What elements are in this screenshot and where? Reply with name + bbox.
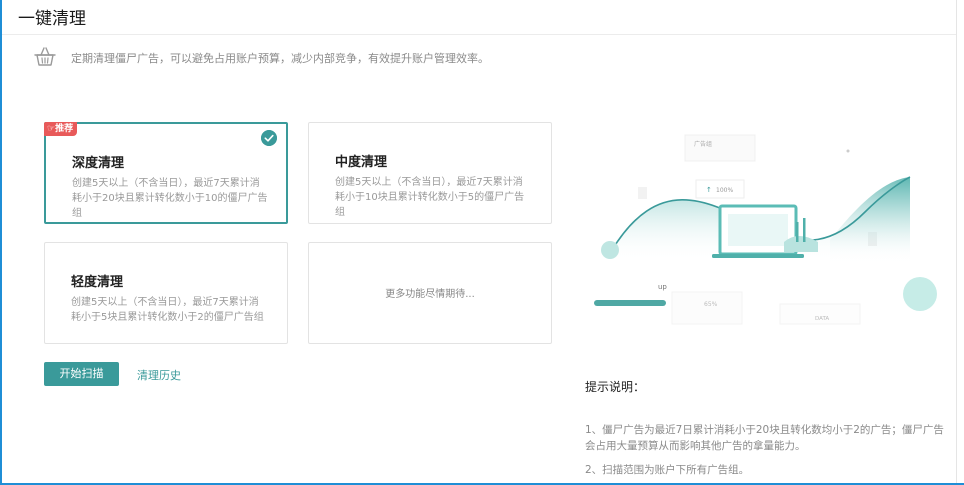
illus-label-pct-bottom: 65%	[704, 301, 718, 308]
illus-label-data: DATA	[815, 316, 829, 322]
option-desc: 创建5天以上（不含当日），最近7天累计消耗小于10块且累计转化数小于5的僵尸广告…	[335, 177, 525, 218]
option-desc: 创建5天以上（不含当日），最近7天累计消耗小于5块且累计转化数小于2的僵尸广告组	[71, 297, 264, 323]
illus-label-top: 广告组	[694, 140, 712, 148]
illus-label-pct-top: 100%	[716, 187, 733, 194]
option-card-more: 更多功能尽情期待...	[308, 242, 552, 344]
title-divider	[2, 34, 956, 35]
recommend-tag: ☞推荐	[44, 122, 78, 136]
option-desc: 创建5天以上（不含当日），最近7天累计消耗小于20块且累计转化数小于10的僵尸广…	[72, 178, 268, 219]
frame-edge-left	[0, 0, 2, 485]
intro-text: 定期清理僵尸广告，可以避免占用账户预算，减少内部竞争，有效提升账户管理效率。	[71, 52, 489, 65]
frame-edge-right	[956, 0, 957, 485]
option-card-light[interactable]: 轻度清理 创建5天以上（不含当日），最近7天累计消耗小于5块且累计转化数小于2的…	[44, 242, 288, 344]
option-card-medium[interactable]: 中度清理 创建5天以上（不含当日），最近7天累计消耗小于10块且累计转化数小于5…	[308, 122, 552, 224]
basket-icon	[34, 47, 56, 66]
cleanup-illustration: 广告组 ↑ 100% 65% DATA up	[594, 134, 937, 325]
option-title: 轻度清理	[71, 275, 124, 290]
more-coming-text: 更多功能尽情期待...	[385, 289, 475, 300]
page-title: 一键清理	[18, 9, 86, 29]
option-title: 中度清理	[335, 155, 388, 170]
svg-text:↑: ↑	[706, 186, 712, 194]
illus-label-up: up	[658, 283, 667, 291]
check-icon	[261, 130, 277, 146]
clean-history-link[interactable]: 清理历史	[137, 367, 181, 383]
recommend-tag-label: 推荐	[55, 124, 74, 134]
page-frame: 一键清理 定期清理僵尸广告，可以避免占用账户预算，减少内部竞争，有效提升账户管理…	[0, 0, 964, 485]
tips-title: 提示说明：	[585, 380, 646, 394]
option-title: 深度清理	[72, 156, 125, 171]
tip-item-1: 1、僵尸广告为最近7日累计消耗小于20块且转化数均小于2的广告；僵尸广告会占用大…	[585, 424, 944, 452]
start-scan-button[interactable]: 开始扫描	[44, 362, 119, 386]
tip-item-2: 2、扫描范围为账户下所有广告组。	[585, 464, 750, 476]
option-card-deep[interactable]: ☞推荐 深度清理 创建5天以上（不含当日），最近7天累计消耗小于20块且累计转化…	[44, 122, 288, 224]
thumb-icon: ☞	[47, 124, 56, 134]
